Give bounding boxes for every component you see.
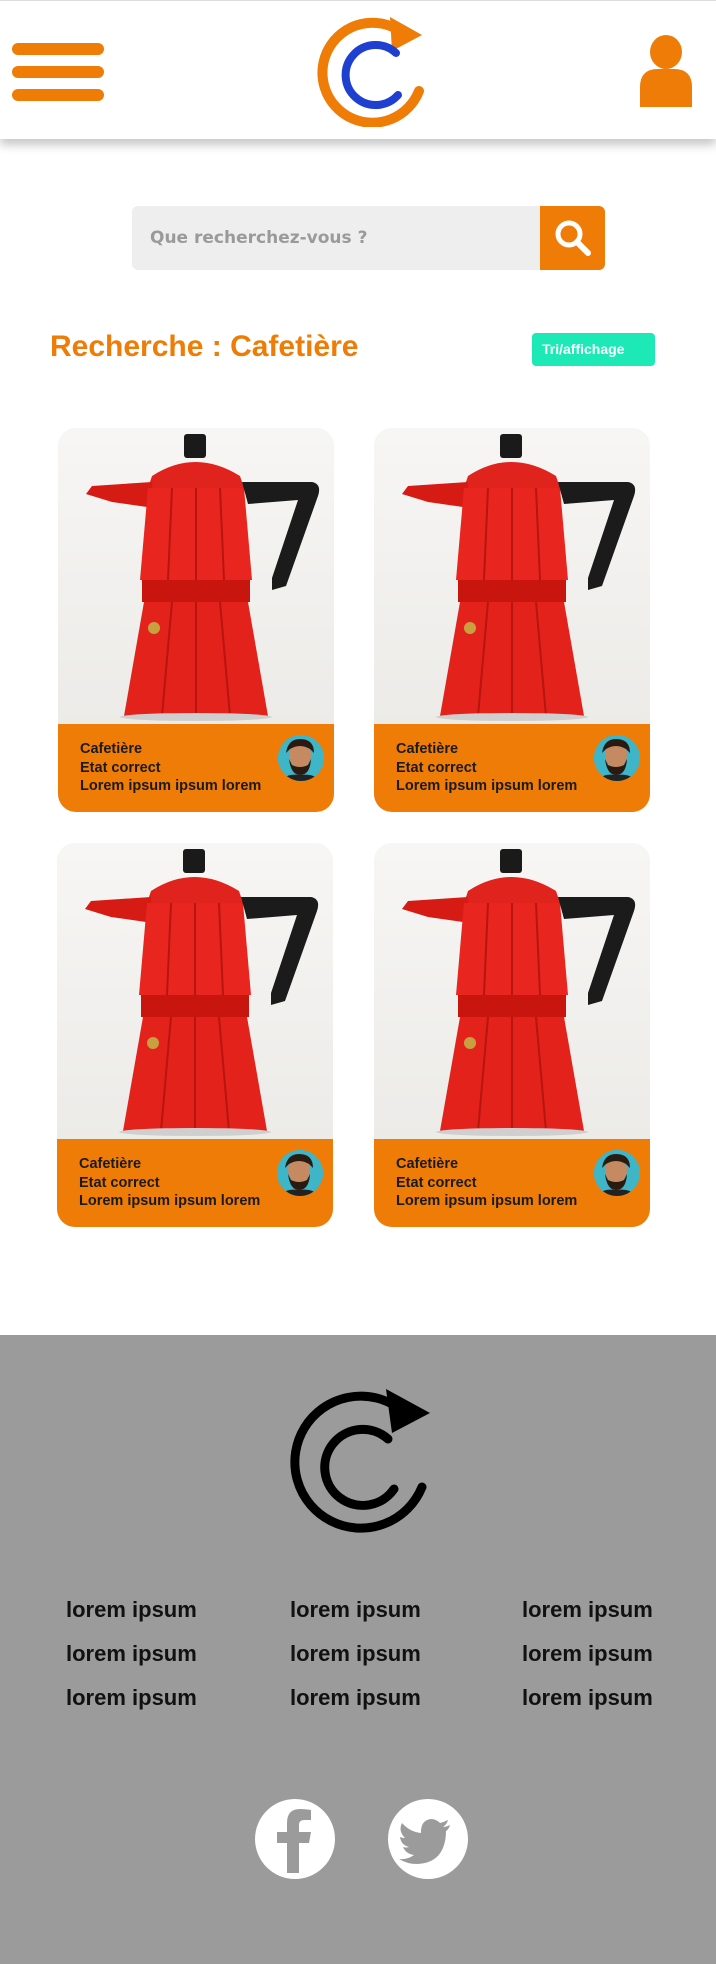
product-name: Cafetière	[79, 1156, 142, 1172]
top-header	[0, 0, 716, 139]
user-profile-icon[interactable]	[638, 35, 694, 107]
card-info-bar: Cafetière Etat correct Lorem ipsum ipsum l…	[374, 1139, 650, 1227]
twitter-bird-glyph	[399, 1819, 450, 1864]
footer-link[interactable]: lorem ipsum	[290, 1685, 421, 1729]
menu-bar	[12, 66, 104, 78]
footer-column-1: lorem ipsum lorem ipsum lorem ipsum	[66, 1597, 197, 1729]
moka-pot-image	[86, 434, 320, 721]
menu-bar	[12, 89, 104, 101]
menu-bar	[12, 43, 104, 55]
card-text: Cafetière Etat correct Lorem ipsum ipsum l…	[79, 1155, 260, 1211]
circular-arrow-logo-icon[interactable]	[316, 13, 428, 127]
product-description: Lorem ipsum ipsum lorem	[396, 778, 578, 794]
seller-avatar[interactable]	[278, 735, 324, 781]
moka-pot-image	[402, 849, 636, 1136]
product-image	[374, 843, 650, 1139]
footer-link[interactable]: lorem ipsum	[522, 1641, 653, 1685]
product-card[interactable]: Cafetière Etat correct Lorem ipsum ipsum l…	[374, 843, 650, 1227]
search-icon	[555, 220, 591, 256]
twitter-icon[interactable]	[388, 1799, 468, 1879]
product-condition: Etat correct	[79, 1174, 160, 1191]
bearded-man-avatar	[594, 735, 640, 781]
facebook-glyph	[277, 1809, 311, 1873]
bearded-man-avatar	[594, 1150, 640, 1196]
footer-link[interactable]: lorem ipsum	[66, 1597, 197, 1641]
search-button[interactable]	[540, 206, 605, 270]
product-name: Cafetière	[396, 1156, 459, 1172]
sort-display-button[interactable]: Tri/affichage	[532, 333, 655, 366]
product-card[interactable]: Cafetière Etat correct Lorem ipsum ipsum l…	[374, 428, 650, 812]
product-condition: Etat correct	[80, 759, 161, 776]
hamburger-menu-icon[interactable]	[12, 43, 104, 101]
product-card[interactable]: Cafetière Etat correct Lorem ipsum ipsum l…	[58, 428, 334, 812]
search-input[interactable]	[132, 206, 540, 270]
product-condition: Etat correct	[396, 1174, 477, 1191]
footer-link[interactable]: lorem ipsum	[522, 1685, 653, 1729]
footer-link[interactable]: lorem ipsum	[290, 1597, 421, 1641]
product-description: Lorem ipsum ipsum lorem	[79, 1193, 261, 1209]
bearded-man-avatar	[277, 1150, 323, 1196]
card-info-bar: Cafetière Etat correct Lorem ipsum ipsum l…	[57, 1139, 333, 1227]
footer-column-2: lorem ipsum lorem ipsum lorem ipsum	[290, 1597, 421, 1729]
site-footer: lorem ipsum lorem ipsum lorem ipsum lore…	[0, 1335, 716, 1964]
facebook-icon[interactable]	[255, 1799, 335, 1879]
bearded-man-avatar	[278, 735, 324, 781]
seller-avatar[interactable]	[594, 1150, 640, 1196]
card-info-bar: Cafetière Etat correct Lorem ipsum ipsum l…	[374, 724, 650, 812]
product-description: Lorem ipsum ipsum lorem	[396, 1193, 578, 1209]
page-title: Recherche : Cafetière	[50, 330, 359, 363]
footer-link[interactable]: lorem ipsum	[66, 1685, 197, 1729]
product-image	[58, 428, 334, 724]
footer-link[interactable]: lorem ipsum	[290, 1641, 421, 1685]
footer-link[interactable]: lorem ipsum	[522, 1597, 653, 1641]
seller-avatar[interactable]	[594, 735, 640, 781]
card-text: Cafetière Etat correct Lorem ipsum ipsum l…	[396, 740, 577, 796]
product-condition: Etat correct	[396, 759, 477, 776]
search-bar	[132, 206, 605, 270]
product-image	[57, 843, 333, 1139]
footer-link[interactable]: lorem ipsum	[66, 1641, 197, 1685]
card-info-bar: Cafetière Etat correct Lorem ipsum ipsum l…	[58, 724, 334, 812]
moka-pot-image	[85, 849, 319, 1136]
card-text: Cafetière Etat correct Lorem ipsum ipsum l…	[396, 1155, 577, 1211]
footer-column-3: lorem ipsum lorem ipsum lorem ipsum	[522, 1597, 653, 1729]
circular-arrow-logo-icon	[290, 1389, 430, 1533]
product-name: Cafetière	[396, 741, 459, 757]
product-card[interactable]: Cafetière Etat correct Lorem ipsum ipsum l…	[57, 843, 333, 1227]
card-text: Cafetière Etat correct Lorem ipsum ipsum l…	[80, 740, 261, 796]
product-description: Lorem ipsum ipsum lorem	[80, 778, 262, 794]
product-image	[374, 428, 650, 724]
product-name: Cafetière	[80, 741, 143, 757]
moka-pot-image	[402, 434, 636, 721]
seller-avatar[interactable]	[277, 1150, 323, 1196]
